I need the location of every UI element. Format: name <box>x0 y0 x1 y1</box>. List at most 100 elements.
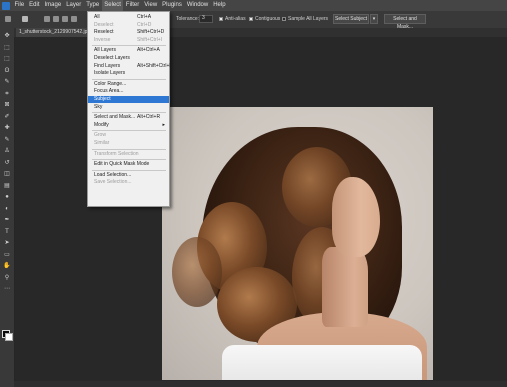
menu-file[interactable]: File <box>12 0 27 11</box>
menu-item-label: Inverse <box>94 36 111 43</box>
rectangle-icon[interactable]: ▭ <box>3 252 11 259</box>
anti-alias-label: Anti-alias <box>225 16 246 22</box>
select-menu-item-grow: Grow <box>88 132 169 139</box>
new-selection-icon[interactable] <box>44 16 50 22</box>
blur-icon[interactable]: ● <box>3 194 11 201</box>
select-menu-item-similar: Similar <box>88 140 169 147</box>
menu-item-shortcut: Shift+Ctrl+I <box>137 36 163 43</box>
gradient-icon[interactable]: ▤ <box>3 183 11 190</box>
menu-edit[interactable]: Edit <box>27 0 42 11</box>
select-menu-item-find-layers[interactable]: Find Layers Alt+Shift+Ctrl+F <box>88 62 173 70</box>
menu-select[interactable]: Select <box>101 0 124 11</box>
dodge-icon[interactable]: ◐ <box>3 206 11 213</box>
menu-item-label: Modify <box>94 121 109 128</box>
sample-all-layers-label: Sample All Layers <box>288 16 329 22</box>
type-icon[interactable]: T <box>3 229 11 236</box>
menu-bar: File Edit Image Layer Type Select Filter View Pl… <box>0 0 507 11</box>
stamp-icon[interactable]: ♙ <box>3 148 11 155</box>
select-menu-item-reselect[interactable]: Reselect Shift+Ctrl+D <box>88 29 169 36</box>
home-icon[interactable] <box>5 16 11 22</box>
menu-layer[interactable]: Layer <box>64 0 84 11</box>
history-brush-icon[interactable]: ↺ <box>3 160 11 167</box>
background-color-swatch[interactable] <box>5 333 13 341</box>
contiguous-label: Contiguous <box>255 16 281 22</box>
menu-item-shortcut: Alt+Ctrl+R <box>137 114 161 121</box>
crop-icon[interactable]: ⌗ <box>3 91 11 98</box>
hand-icon[interactable]: ✋ <box>3 263 11 270</box>
select-menu-item-subject[interactable]: Subject <box>88 96 169 103</box>
select-menu-item-isolate-layers[interactable]: Isolate Layers <box>88 70 169 77</box>
contiguous-checkbox[interactable] <box>249 17 253 21</box>
menu-view[interactable]: View <box>142 0 160 11</box>
frame-icon[interactable]: ⊠ <box>3 102 11 109</box>
quick-select-icon[interactable]: ✎ <box>3 79 11 86</box>
menu-item-label: Subject <box>94 96 111 102</box>
magic-wand-tool-icon[interactable] <box>22 16 28 22</box>
zoom-icon[interactable]: ⚲ <box>3 275 11 282</box>
menu-item-label: Deselect <box>94 21 114 28</box>
menu-item-shortcut: Alt+Ctrl+A <box>137 47 160 54</box>
document-tab-title: 1_shutterstock_2129907542.jpeg <box>19 29 93 35</box>
select-and-mask-button[interactable]: Select and Mask... <box>384 14 426 30</box>
select-menu-item-deselect-layers[interactable]: Deselect Layers <box>88 55 169 62</box>
tolerance-label: Tolerance: <box>176 16 200 22</box>
subtract-selection-icon[interactable] <box>62 16 68 22</box>
menu-separator <box>92 130 166 132</box>
menu-image[interactable]: Image <box>42 0 64 11</box>
menu-separator <box>92 45 166 47</box>
menu-item-label: Color Range... <box>94 80 127 87</box>
select-menu-item-color-range[interactable]: Color Range... <box>88 81 169 88</box>
select-menu-item-focus-area[interactable]: Focus Area... <box>88 88 169 95</box>
select-menu-item-all-layers[interactable]: All Layers Alt+Ctrl+A <box>88 47 169 54</box>
select-subject-dropdown-icon[interactable]: ▾ <box>370 14 378 24</box>
status-bar <box>14 381 507 387</box>
path-select-icon[interactable]: ➤ <box>3 240 11 247</box>
pen-icon[interactable]: ✒ <box>3 217 11 224</box>
select-subject-button[interactable]: Select Subject <box>333 14 369 24</box>
eyedropper-icon[interactable]: ✐ <box>3 114 11 121</box>
select-menu-item-save-selection: Save Selection... <box>88 179 169 186</box>
eraser-icon[interactable]: ◫ <box>3 171 11 178</box>
add-to-selection-icon[interactable] <box>53 16 59 22</box>
select-menu-item-inverse: Inverse Shift+Ctrl+I <box>88 37 169 44</box>
select-menu-item-sky[interactable]: Sky <box>88 104 169 111</box>
menu-separator <box>92 159 166 161</box>
more-tools-icon[interactable]: ⋯ <box>3 286 11 293</box>
tolerance-value: 3 <box>202 15 205 21</box>
photoshop-logo-icon <box>2 1 10 10</box>
select-menu-item-load-selection[interactable]: Load Selection... <box>88 172 169 179</box>
options-bar: Tolerance: 3 Anti-alias Contiguous Sampl… <box>0 11 507 30</box>
marquee-icon[interactable]: ⬚ <box>3 56 11 63</box>
menu-type[interactable]: Type <box>84 0 102 11</box>
brush-icon[interactable]: ✎ <box>3 137 11 144</box>
lasso-icon[interactable]: ʘ <box>3 68 11 75</box>
anti-alias-checkbox[interactable] <box>219 17 223 21</box>
menu-item-label: Select and Mask... <box>94 114 136 121</box>
menu-plugins[interactable]: Plugins <box>160 0 185 11</box>
healing-icon[interactable]: ✚ <box>3 125 11 132</box>
menu-item-shortcut: Alt+Shift+Ctrl+F <box>137 62 173 69</box>
menu-help[interactable]: Help <box>211 0 228 11</box>
move-tool-icon[interactable]: ✥ <box>3 33 11 40</box>
select-menu-item-all[interactable]: All Ctrl+A <box>88 14 169 21</box>
sample-all-layers-checkbox[interactable] <box>282 17 286 21</box>
select-menu-item-modify[interactable]: Modify ▸ <box>88 122 169 129</box>
menu-item-shortcut: Ctrl+D <box>137 21 152 28</box>
menu-window[interactable]: Window <box>184 0 210 11</box>
menu-filter[interactable]: Filter <box>123 0 141 11</box>
document-tab[interactable]: 1_shutterstock_2129907542.jpeg × <box>16 28 94 37</box>
select-menu-item-select-and-mask[interactable]: Select and Mask... Alt+Ctrl+R <box>88 114 169 121</box>
tools-panel: ✥ ⬚ ⬚ ʘ ✎ ⌗ ⊠ ✐ ✚ ✎ ♙ ↺ ◫ ▤ ● ◐ ✒ T ➤ ▭ ✋ ⚲ ⋯ <box>0 28 15 387</box>
select-menu-item-transform-selection: Transform Selection <box>88 151 169 158</box>
menu-item-label: Sky <box>94 103 103 110</box>
tolerance-input[interactable]: 3 <box>199 15 213 23</box>
document-canvas[interactable] <box>162 107 433 380</box>
menu-item-shortcut: Shift+Ctrl+D <box>137 29 165 36</box>
intersect-selection-icon[interactable] <box>71 16 77 22</box>
menu-item-label: Load Selection... <box>94 171 132 178</box>
menu-item-label: Grow <box>94 132 106 139</box>
artboard-icon[interactable]: ⬚ <box>3 45 11 52</box>
menu-separator <box>92 112 166 114</box>
select-menu-item-edit-in-quick-mask-mode[interactable]: Edit in Quick Mask Mode <box>88 161 169 168</box>
menu-items: File Edit Image Layer Type Select Filter View Pl… <box>12 0 228 11</box>
